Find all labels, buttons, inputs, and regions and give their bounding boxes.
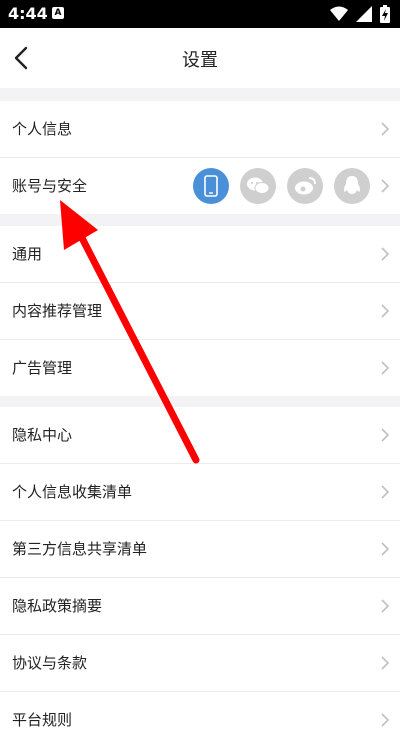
settings-section-account: 个人信息 账号与安全 — [0, 101, 400, 214]
chevron-right-icon — [381, 361, 390, 375]
settings-item-content-recommendation[interactable]: 内容推荐管理 — [0, 283, 400, 340]
chevron-right-icon — [381, 713, 390, 727]
battery-charging-icon — [380, 5, 390, 27]
wifi-icon — [330, 6, 348, 26]
phone-icon[interactable] — [193, 168, 229, 204]
weibo-icon[interactable] — [287, 168, 323, 204]
chevron-right-icon — [381, 247, 390, 261]
settings-item-personal-info-collection[interactable]: 个人信息收集清单 — [0, 464, 400, 521]
account-bindings — [193, 168, 370, 204]
settings-item-label: 个人信息收集清单 — [12, 483, 133, 501]
settings-item-label: 广告管理 — [12, 359, 73, 377]
chevron-right-icon — [381, 485, 390, 499]
settings-item-label: 账号与安全 — [12, 177, 88, 195]
qq-icon[interactable] — [334, 168, 370, 204]
status-time: 4:44 — [8, 4, 48, 23]
settings-section-general: 通用 内容推荐管理 广告管理 — [0, 226, 400, 396]
chevron-right-icon — [381, 304, 390, 318]
settings-item-privacy-summary[interactable]: 隐私政策摘要 — [0, 578, 400, 635]
chevron-right-icon — [381, 179, 390, 193]
settings-item-ad-management[interactable]: 广告管理 — [0, 340, 400, 396]
settings-item-general[interactable]: 通用 — [0, 226, 400, 283]
settings-item-label: 内容推荐管理 — [12, 302, 103, 320]
settings-section-privacy: 隐私中心 个人信息收集清单 第三方信息共享清单 隐私政策摘要 协议与条款 平台规… — [0, 407, 400, 748]
page-title: 设置 — [182, 50, 218, 71]
settings-item-personal-info[interactable]: 个人信息 — [0, 101, 400, 158]
settings-item-account-security[interactable]: 账号与安全 — [0, 158, 400, 214]
chevron-right-icon — [381, 656, 390, 670]
wechat-icon[interactable] — [240, 168, 276, 204]
settings-item-agreements[interactable]: 协议与条款 — [0, 635, 400, 692]
settings-item-privacy-center[interactable]: 隐私中心 — [0, 407, 400, 464]
settings-item-label: 隐私政策摘要 — [12, 597, 103, 615]
notification-badge: A — [52, 7, 64, 19]
chevron-right-icon — [381, 542, 390, 556]
settings-item-label: 平台规则 — [12, 711, 73, 729]
settings-item-label: 协议与条款 — [12, 654, 88, 672]
settings-item-label: 个人信息 — [12, 120, 73, 138]
settings-item-label: 隐私中心 — [12, 426, 73, 444]
status-bar: 4:44 A — [0, 0, 400, 28]
settings-item-label: 第三方信息共享清单 — [12, 540, 148, 558]
chevron-right-icon — [381, 122, 390, 136]
signal-icon — [356, 6, 372, 26]
header: 设置 — [0, 28, 400, 88]
settings-item-third-party-sharing[interactable]: 第三方信息共享清单 — [0, 521, 400, 578]
chevron-right-icon — [381, 599, 390, 613]
settings-item-label: 通用 — [12, 245, 43, 263]
chevron-right-icon — [381, 428, 390, 442]
settings-item-platform-rules[interactable]: 平台规则 — [0, 692, 400, 748]
